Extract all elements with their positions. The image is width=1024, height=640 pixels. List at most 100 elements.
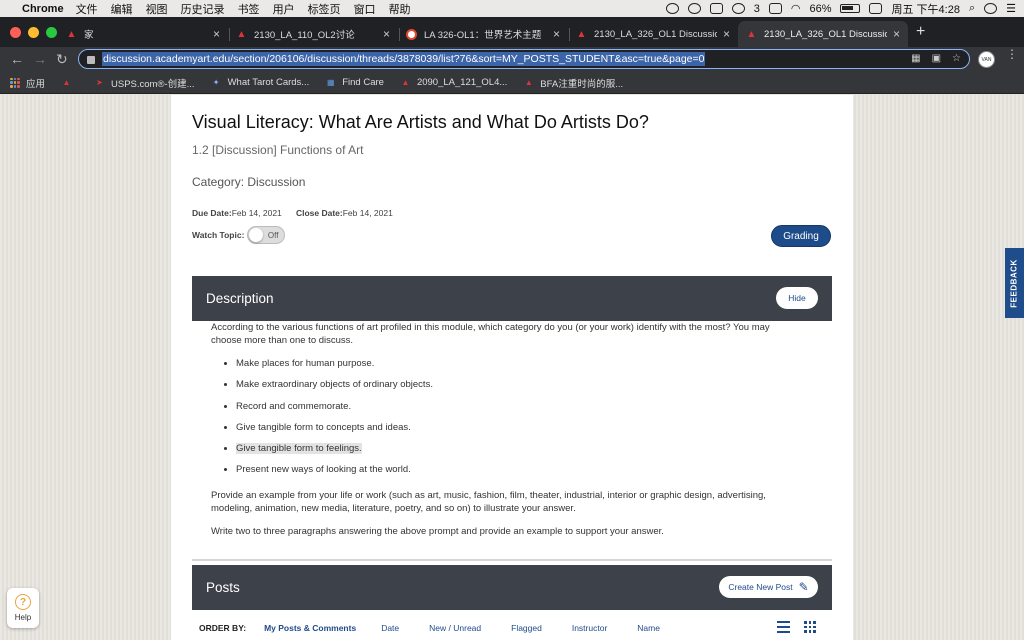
reload-icon[interactable]: ↻ — [56, 51, 68, 67]
posts-header: Posts Create New Post ✎ — [192, 565, 832, 610]
omnibox-actions: ▦ ▣ ☆ — [911, 53, 961, 64]
tab-title: 家 — [84, 30, 94, 41]
tab-title: 2130_LA_110_OL2讨论 — [254, 30, 355, 41]
window-controls — [10, 27, 57, 38]
create-new-post-button[interactable]: Create New Post ✎ — [719, 576, 818, 598]
translate-icon[interactable]: ▣ — [932, 53, 941, 64]
menu-help[interactable]: 帮助 — [389, 1, 411, 17]
new-tab-icon[interactable]: + — [916, 23, 925, 41]
list-item: Record and commemorate. — [236, 400, 801, 413]
forward-icon[interactable]: → — [33, 51, 47, 67]
menubar-app-name[interactable]: Chrome — [22, 3, 64, 15]
list-view-icon[interactable] — [777, 621, 790, 633]
feedback-tab[interactable]: FEEDBACK — [1005, 248, 1024, 318]
list-item: Make places for human purpose. — [236, 357, 801, 370]
control-center-icon[interactable]: ☰ — [1006, 2, 1016, 15]
close-window-icon[interactable] — [10, 27, 21, 38]
list-item-highlighted: Give tangible form to feelings. — [236, 442, 801, 455]
browser-menu-icon[interactable]: ⋮ — [1006, 48, 1018, 60]
close-date-label: Close Date: — [295, 208, 343, 218]
discussion-category: Category: Discussion — [192, 175, 306, 189]
lock-icon[interactable] — [87, 56, 95, 64]
tab-la326-discussion-active[interactable]: ▲ 2130_LA_326_OL1 Discussion × — [738, 21, 908, 47]
section-divider — [192, 559, 832, 561]
menu-tabs[interactable]: 标签页 — [308, 1, 341, 17]
wifi-icon[interactable]: ◠ — [791, 2, 801, 15]
watch-topic-toggle[interactable]: Off — [247, 226, 286, 244]
order-my-posts[interactable]: My Posts & Comments — [264, 623, 356, 633]
battery-percent: 66% — [809, 2, 832, 15]
description-para-instructions: Write two to three paragraphs answering … — [211, 526, 664, 538]
academy-art-icon: ▲ — [746, 28, 757, 40]
wechat-count: 3 — [753, 2, 760, 15]
grid-view-icon[interactable] — [804, 621, 816, 633]
description-para-example: Provide an example from your life or wor… — [211, 490, 766, 515]
menu-window[interactable]: 窗口 — [354, 1, 376, 17]
close-tab-icon[interactable]: × — [213, 27, 220, 41]
address-url[interactable]: discussion.academyart.edu/section/206106… — [102, 52, 706, 66]
bookmark-usps[interactable]: ➤ USPS.com®-创建... — [94, 76, 194, 90]
menu-edit[interactable]: 编辑 — [111, 1, 133, 17]
order-instructor[interactable]: Instructor — [572, 623, 607, 633]
discussion-dates: Due Date:Feb 14, 2021 Close Date:Feb 14,… — [192, 208, 393, 218]
zoom-window-icon[interactable] — [46, 27, 57, 38]
menu-history[interactable]: 历史记录 — [181, 1, 225, 17]
bookmark-label: What Tarot Cards... — [227, 77, 310, 88]
close-tab-icon[interactable]: × — [553, 27, 560, 41]
discussion-panel: Visual Literacy: What Are Artists and Wh… — [171, 95, 853, 640]
tab-la326-theme[interactable]: LA 326-OL1：世界艺术主题 × — [398, 21, 568, 47]
menubar-status-area: 3 ◠ 66% 周五 下午4:28 ⌕ ☰ — [665, 1, 1016, 17]
tab-la326-discussion-1[interactable]: ▲ 2130_LA_326_OL1 Discussion × — [568, 21, 738, 47]
list-item: Give tangible form to concepts and ideas… — [236, 421, 801, 434]
browser-toolbar: ← → ↻ discussion.academyart.edu/section/… — [0, 47, 1024, 72]
battery-icon[interactable] — [840, 4, 861, 13]
menu-file[interactable]: 文件 — [76, 1, 98, 17]
menu-bookmarks[interactable]: 书签 — [238, 1, 260, 17]
menu-view[interactable]: 视图 — [146, 1, 168, 17]
menu-people[interactable]: 用户 — [273, 1, 295, 17]
due-date-value: Feb 14, 2021 — [231, 208, 282, 218]
profile-avatar[interactable]: VAN — [978, 51, 995, 68]
grading-button[interactable]: Grading — [771, 225, 831, 247]
bookmark-bfa[interactable]: ▲ BFA注重时尚的服... — [523, 76, 623, 90]
help-button[interactable]: ? Help — [7, 588, 39, 628]
siri-icon[interactable] — [984, 3, 998, 14]
close-tab-icon[interactable]: × — [383, 27, 390, 41]
bookmark-academy-art[interactable]: ▲ — [61, 77, 78, 88]
order-by-bar: ORDER BY: My Posts & Comments Date New /… — [199, 623, 690, 633]
wechat-icon[interactable] — [731, 3, 745, 14]
tab-title: LA 326-OL1：世界艺术主题 — [424, 30, 542, 41]
close-tab-icon[interactable]: × — [893, 27, 900, 41]
bookmark-2090[interactable]: ▲ 2090_LA_121_OL4... — [400, 77, 507, 88]
view-toggle — [777, 621, 816, 633]
academy-art-icon: ▲ — [576, 28, 587, 40]
watch-topic-label: Watch Topic: — [192, 230, 245, 240]
chat-icon[interactable] — [709, 3, 723, 14]
close-tab-icon[interactable]: × — [723, 27, 730, 41]
order-name[interactable]: Name — [637, 623, 660, 633]
academy-art-icon: ▲ — [66, 28, 77, 40]
status-app-icon[interactable] — [665, 3, 679, 14]
bookmark-star-icon[interactable]: ☆ — [952, 53, 961, 64]
bookmark-find-care[interactable]: ▦ Find Care — [325, 77, 384, 88]
hide-button[interactable]: Hide — [776, 287, 818, 309]
spotlight-icon[interactable]: ⌕ — [969, 2, 975, 15]
highlighted-text: Give tangible form to feelings. — [236, 443, 362, 455]
order-flagged[interactable]: Flagged — [511, 623, 542, 633]
address-bar[interactable]: discussion.academyart.edu/section/206106… — [78, 49, 970, 69]
input-method-icon[interactable] — [869, 3, 883, 14]
functions-list: Make places for human purpose. Make extr… — [236, 357, 801, 476]
menubar-clock[interactable]: 周五 下午4:28 — [891, 1, 959, 17]
cloud-icon[interactable] — [687, 3, 701, 14]
order-new-unread[interactable]: New / Unread — [429, 623, 481, 633]
screen-share-icon[interactable] — [768, 3, 782, 14]
bookmark-tarot[interactable]: ✦ What Tarot Cards... — [211, 77, 310, 88]
tab-la110-discussion[interactable]: ▲ 2130_LA_110_OL2讨论 × — [228, 21, 398, 47]
qr-code-icon[interactable]: ▦ — [911, 53, 920, 64]
tab-home[interactable]: ▲ 家 × — [58, 21, 228, 47]
back-icon[interactable]: ← — [10, 51, 24, 67]
bookmark-apps[interactable]: 应用 — [10, 76, 45, 90]
minimize-window-icon[interactable] — [28, 27, 39, 38]
watch-topic: Watch Topic: Off — [192, 226, 286, 244]
order-date[interactable]: Date — [381, 623, 399, 633]
